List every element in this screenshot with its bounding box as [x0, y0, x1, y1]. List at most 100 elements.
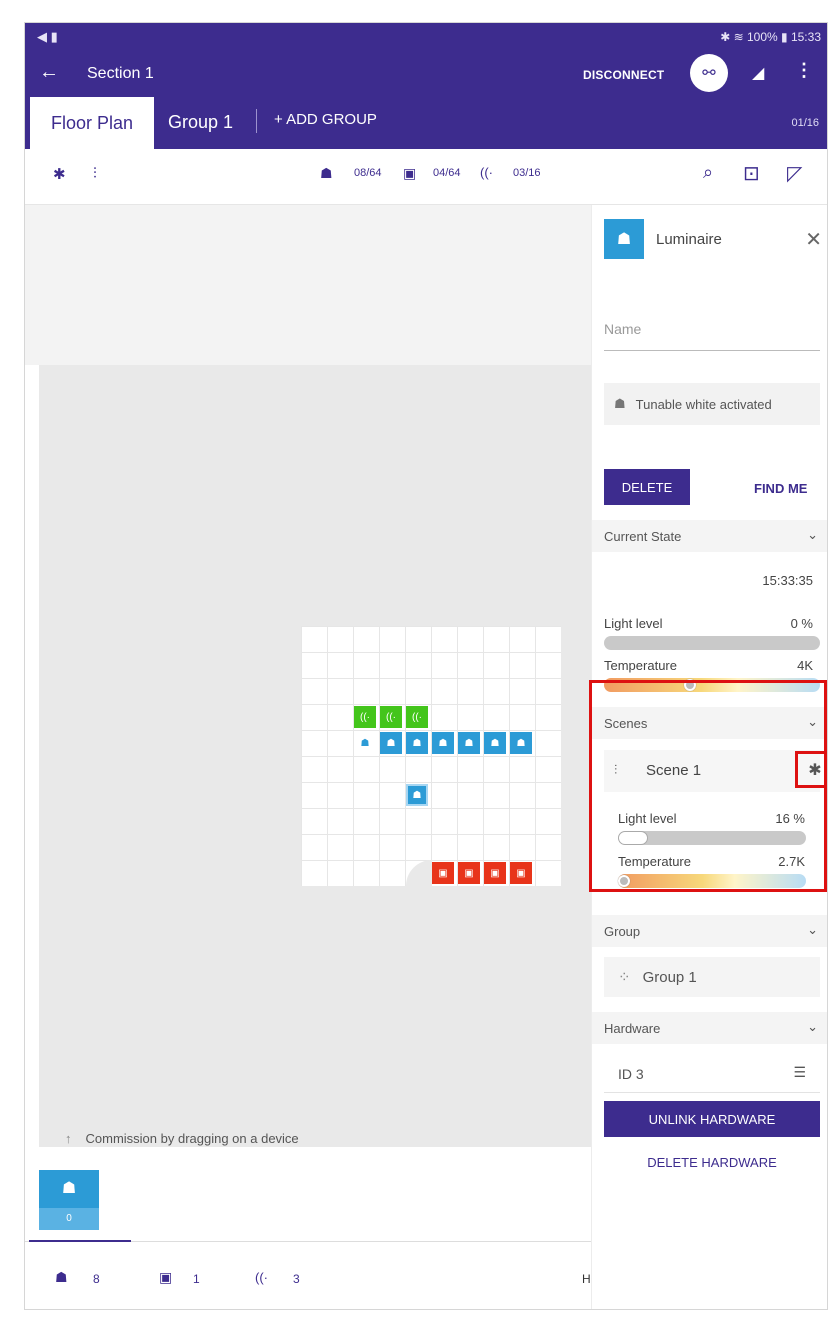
bottom-faded-label: H	[582, 1272, 591, 1286]
current-state-label: Current State	[604, 529, 682, 544]
luminaire-device[interactable]: ☗	[484, 732, 506, 754]
switch-icon: ▣	[490, 867, 500, 879]
light-level-label: Light level	[604, 616, 663, 631]
chevron-down-icon[interactable]: ⌄	[807, 714, 818, 730]
page-title: Section 1	[87, 65, 154, 82]
status-left-icons: ◀ ▮	[37, 29, 58, 44]
tab-divider	[256, 109, 257, 133]
tab-bar: Floor Plan Group 1 + ADD GROUP 01/16	[25, 95, 827, 149]
luminaire-device[interactable]: ☗	[432, 732, 454, 754]
scene-temperature-knob[interactable]	[618, 875, 630, 887]
search-icon[interactable]: ⌕	[703, 162, 713, 183]
grid-corner-cutout	[406, 860, 432, 886]
switch-device[interactable]: ▣	[432, 862, 454, 884]
sensor-total: 3	[293, 1272, 300, 1286]
luminaire-device[interactable]: ☗	[458, 732, 480, 754]
luminaire-icon: ☗	[516, 737, 526, 749]
list-icon[interactable]: ☰	[793, 1064, 806, 1081]
scenes-label: Scenes	[604, 716, 648, 731]
scene-settings-gear-icon[interactable]: ✱	[795, 751, 827, 788]
current-state-header[interactable]: Current State ⌄	[592, 520, 827, 552]
unlink-hardware-button[interactable]: UNLINK HARDWARE	[604, 1101, 820, 1137]
luminaire-icon: ☗	[412, 789, 422, 801]
sensor-icon: ((·	[255, 1270, 268, 1285]
sensor-device[interactable]: ((·	[406, 706, 428, 728]
delete-button[interactable]: DELETE	[604, 469, 690, 505]
tab-floor-plan[interactable]: Floor Plan	[30, 97, 154, 149]
luminaire-device[interactable]: ☗	[354, 732, 376, 754]
switch-device[interactable]: ▣	[510, 862, 532, 884]
luminaire-device[interactable]: ☗	[380, 732, 402, 754]
back-arrow-icon[interactable]: ←	[39, 61, 59, 84]
tunable-white-label: Tunable white activated	[635, 396, 772, 412]
luminaire-icon: ☗	[360, 737, 370, 749]
expand-icon[interactable]: ◸	[787, 161, 802, 186]
hardware-id-row[interactable]: ID 3 ☰	[604, 1055, 820, 1093]
temperature-knob[interactable]	[684, 679, 697, 691]
tab-group-1[interactable]: Group 1	[168, 112, 233, 133]
delete-hardware-button[interactable]: DELETE HARDWARE	[604, 1155, 820, 1170]
signal-icon[interactable]: ◢	[752, 63, 764, 83]
luminaire-icon: ☗	[386, 737, 396, 749]
light-level-value: 0 %	[790, 616, 813, 631]
scene-temperature-label: Temperature	[618, 854, 691, 869]
more-menu-icon[interactable]: ⋮	[795, 60, 813, 81]
light-level-slider[interactable]	[604, 636, 820, 650]
close-icon[interactable]: ✕	[805, 227, 822, 252]
settings-icon[interactable]: ✱	[53, 165, 66, 183]
group-name: Group 1	[642, 968, 697, 986]
luminaire-icon: ☗	[412, 737, 422, 749]
luminaire-total: 8	[93, 1272, 100, 1286]
hardware-id: ID 3	[618, 1066, 644, 1082]
chevron-down-icon[interactable]: ⌄	[807, 1019, 818, 1035]
temperature-value: 4K	[797, 658, 813, 673]
commission-hint: ↑ Commission by dragging on a device	[65, 1131, 299, 1146]
tunable-white-icon: ☗	[614, 396, 626, 411]
switch-icon: ▣	[403, 165, 417, 181]
sensor-icon: ((·	[386, 711, 396, 723]
scenes-header[interactable]: Scenes ⌄	[592, 707, 827, 739]
sensor-device[interactable]: ((·	[354, 706, 376, 728]
luminaire-device[interactable]: ☗	[406, 732, 428, 754]
status-bar: ◀ ▮ ✱ ≋ 100% ▮ 15:33	[25, 23, 827, 51]
tune-icon[interactable]: ⫶	[93, 165, 97, 182]
luminaire-device[interactable]: ☗	[510, 732, 532, 754]
chevron-down-icon[interactable]: ⌄	[807, 922, 818, 938]
scene-temperature-slider[interactable]	[618, 874, 806, 888]
sensor-icon: ((·	[480, 165, 493, 180]
add-group-button[interactable]: + ADD GROUP	[274, 111, 377, 128]
switch-icon: ▣	[516, 867, 526, 879]
status-right-info: ✱ ≋ 100% ▮ 15:33	[720, 30, 821, 44]
name-field[interactable]: Name	[604, 321, 820, 351]
gear-icon: ✱	[808, 761, 822, 779]
scene-row[interactable]: ⫶ Scene 1 ✱	[604, 750, 827, 792]
disconnect-button[interactable]: DISCONNECT	[583, 68, 664, 82]
group-label: Group	[604, 924, 641, 939]
chevron-down-icon[interactable]: ⌄	[807, 527, 818, 543]
switch-device[interactable]: ▣	[458, 862, 480, 884]
switch-icon: ▣	[159, 1269, 173, 1285]
switch-icon: ▣	[464, 867, 474, 879]
find-me-button[interactable]: FIND ME	[754, 481, 807, 496]
link-icon[interactable]: ⚯	[690, 54, 728, 92]
selected-luminaire-device[interactable]: ☗	[406, 784, 428, 806]
luminaire-icon: ☗	[464, 737, 474, 749]
scene-light-level-label: Light level	[618, 811, 677, 826]
group-row[interactable]: ⁘ Group 1	[604, 957, 820, 997]
sensor-device[interactable]: ((·	[380, 706, 402, 728]
tune-icon: ⫶	[614, 762, 618, 777]
fit-view-icon[interactable]: ⊡	[743, 161, 760, 186]
group-header[interactable]: Group ⌄	[592, 915, 827, 947]
tunable-white-info: ☗ Tunable white activated	[604, 383, 820, 425]
panel-title: Luminaire	[656, 231, 722, 248]
luminaire-palette-tile[interactable]: ☗ 0	[39, 1170, 99, 1230]
bottom-bar: ☗ 8 ▣ 1 ((· 3 H	[25, 1240, 591, 1309]
toolbar: ✱ ⫶ ☗ 08/64 ▣ 04/64 ((· 03/16 ⌕ ⊡ ◸	[25, 149, 827, 205]
floor-plan-grid[interactable]: ((· ((· ((· ☗ ☗ ☗ ☗ ☗ ☗ ☗ ☗ ▣ ▣ ▣ ▣	[301, 626, 561, 886]
scene-light-level-slider[interactable]	[618, 831, 806, 845]
switch-icon: ▣	[438, 867, 448, 879]
hardware-header[interactable]: Hardware ⌄	[592, 1012, 827, 1044]
switch-device[interactable]: ▣	[484, 862, 506, 884]
temperature-slider[interactable]	[604, 678, 820, 692]
sensor-icon: ((·	[360, 711, 370, 723]
